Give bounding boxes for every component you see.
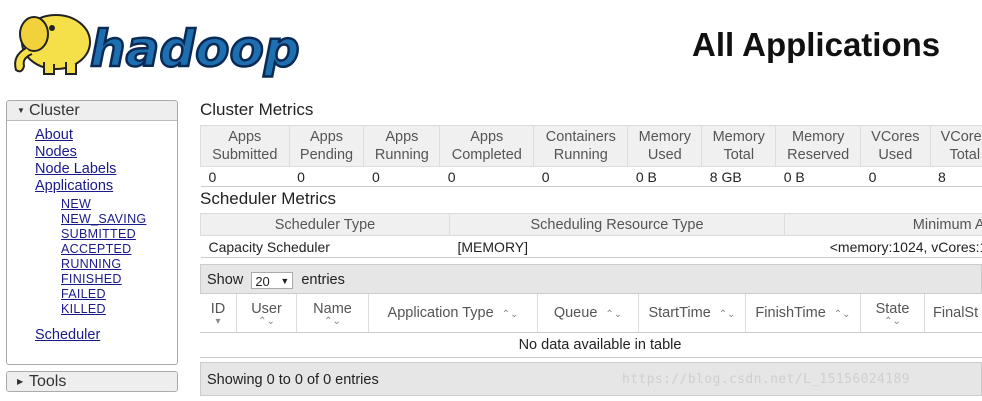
- sched-header: Minimum Allo: [784, 213, 982, 236]
- page-size-select[interactable]: 20 ▼: [251, 271, 294, 289]
- col-finishtime[interactable]: FinishTime ⌃⌄: [745, 294, 861, 333]
- col-finalstatus[interactable]: FinalSt: [924, 294, 982, 333]
- metric-value: 0 B: [627, 166, 702, 187]
- metric-header: Memory Total: [701, 125, 777, 167]
- metric-header: Apps Submitted: [200, 125, 290, 167]
- sort-icon: ⌃⌄: [833, 309, 851, 320]
- col-application-type[interactable]: Application Type ⌃⌄: [368, 294, 538, 333]
- col-starttime[interactable]: StartTime ⌃⌄: [638, 294, 746, 333]
- metric-value: 0: [439, 166, 534, 187]
- cluster-accordion: ▼ Cluster About Nodes Node Labels Applica…: [6, 100, 178, 365]
- show-label: Show: [207, 272, 244, 288]
- tools-accordion: ▶ Tools: [6, 371, 178, 392]
- table-length-bar: Show 20 ▼ entries: [200, 264, 982, 294]
- chevron-down-icon: ▼: [280, 275, 290, 286]
- sort-icon: ⌃⌄: [501, 309, 519, 320]
- sched-value: [MEMORY]: [449, 235, 785, 258]
- main-content: Cluster Metrics Apps Submitted Apps Pendin…: [200, 100, 982, 396]
- page-title: All Applications: [692, 26, 941, 63]
- col-user[interactable]: User ⌃⌄: [236, 294, 297, 333]
- metric-value: 0: [289, 166, 364, 187]
- sort-icon: ⌃⌄: [258, 315, 275, 327]
- state-accepted[interactable]: ACCEPTED: [61, 242, 177, 257]
- col-id[interactable]: ID ▾: [200, 294, 237, 333]
- nav-applications[interactable]: Applications: [35, 178, 177, 195]
- sort-icon: ⌃⌄: [718, 309, 736, 320]
- state-finished[interactable]: FINISHED: [61, 272, 177, 287]
- metric-header: Apps Pending: [288, 125, 365, 167]
- scheduler-metrics-table: Scheduler Type Scheduling Resource Type …: [200, 213, 982, 258]
- cluster-metrics-table: Apps Submitted Apps Pending Apps Running Ap…: [200, 125, 982, 187]
- metric-value: 8 GB: [701, 166, 776, 187]
- triangle-right-icon: ▶: [17, 377, 24, 386]
- applications-table: ID ▾ User ⌃⌄ Name ⌃⌄ Application Type ⌃⌄ Que…: [200, 294, 982, 358]
- state-submitted[interactable]: SUBMITTED: [61, 227, 177, 242]
- cluster-accordion-header[interactable]: ▼ Cluster: [7, 101, 177, 121]
- app-state-list: NEW NEW_SAVING SUBMITTED ACCEPTED RUNNIN…: [35, 195, 177, 317]
- state-new[interactable]: NEW: [61, 197, 177, 212]
- cluster-metrics-title: Cluster Metrics: [200, 100, 314, 119]
- sched-header: Scheduler Type: [200, 213, 450, 236]
- state-killed[interactable]: KILLED: [61, 302, 177, 317]
- state-running[interactable]: RUNNING: [61, 257, 177, 272]
- nav-about[interactable]: About: [35, 127, 177, 144]
- metric-value: 0: [363, 166, 440, 187]
- sort-icon: ▾: [215, 315, 221, 327]
- triangle-down-icon: ▼: [17, 106, 25, 115]
- metric-value: 0: [860, 166, 931, 187]
- sched-value: Capacity Scheduler: [200, 235, 450, 258]
- col-queue[interactable]: Queue ⌃⌄: [537, 294, 639, 333]
- metric-header: Containers Running: [533, 125, 629, 167]
- cluster-accordion-body: About Nodes Node Labels Applications NEW…: [7, 121, 177, 364]
- metric-header: Memory Reserved: [775, 125, 862, 167]
- sort-icon: ⌃⌄: [605, 309, 623, 320]
- col-name[interactable]: Name ⌃⌄: [296, 294, 369, 333]
- metric-value: 0: [533, 166, 628, 187]
- metric-header: VCores Used: [860, 125, 931, 167]
- sched-value: <memory:1024, vCores:1>: [784, 235, 982, 258]
- metric-header: VCoresTotal: [929, 125, 982, 167]
- metric-header: Apps Running: [363, 125, 441, 167]
- tools-label: Tools: [29, 373, 67, 390]
- nav-node-labels[interactable]: Node Labels: [35, 161, 177, 178]
- sort-icon: ⌃⌄: [324, 315, 341, 327]
- state-new-saving[interactable]: NEW_SAVING: [61, 212, 177, 227]
- logo-wordmark: hadoop: [90, 20, 300, 78]
- scheduler-metrics-title: Scheduler Metrics: [200, 189, 337, 208]
- metric-value: 0: [200, 166, 290, 187]
- sched-header: Scheduling Resource Type: [449, 213, 785, 236]
- nav-scheduler[interactable]: Scheduler: [35, 327, 177, 344]
- sidebar: ▼ Cluster About Nodes Node Labels Applica…: [6, 100, 178, 392]
- state-failed[interactable]: FAILED: [61, 287, 177, 302]
- metric-value: 0 B: [775, 166, 861, 187]
- metric-value: 8: [930, 166, 982, 187]
- watermark: https://blog.csdn.net/L_15156024189: [622, 372, 910, 387]
- hadoop-logo: hadoop: [6, 4, 306, 82]
- metric-header: Apps Completed: [439, 125, 535, 167]
- entries-label: entries: [301, 272, 345, 288]
- empty-table-message: No data available in table: [200, 332, 982, 358]
- cluster-label: Cluster: [29, 102, 80, 119]
- nav-nodes[interactable]: Nodes: [35, 144, 177, 161]
- elephant-icon: [14, 14, 91, 75]
- col-state[interactable]: State ⌃⌄: [860, 294, 925, 333]
- tools-accordion-header[interactable]: ▶ Tools: [7, 372, 177, 391]
- sort-icon: ⌃⌄: [884, 315, 901, 327]
- metric-header: Memory Used: [627, 125, 703, 167]
